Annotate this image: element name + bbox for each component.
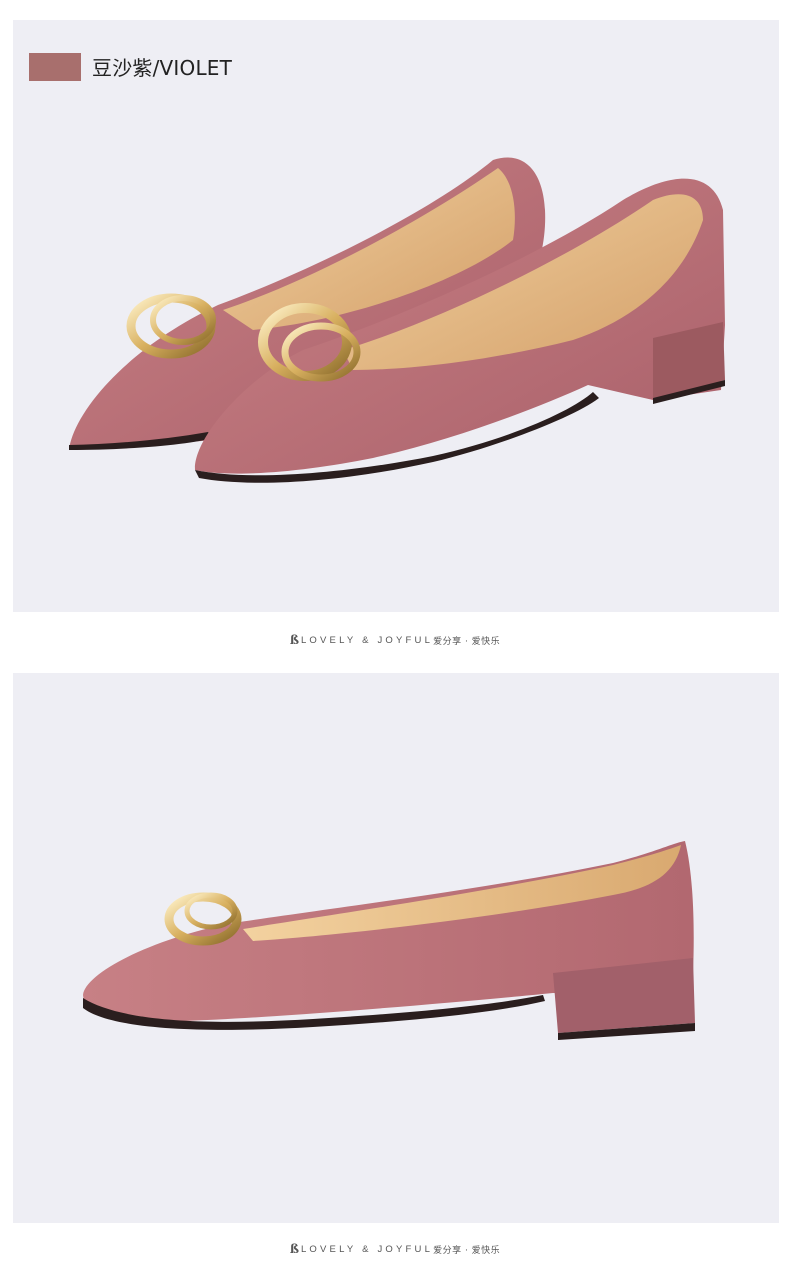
brand-tagline: ß LOVELY & JOYFUL 爱分享 · 爱快乐 xyxy=(0,633,790,647)
product-photo-panel-1: 豆沙紫/VIOLET xyxy=(13,20,779,612)
brand-logo: ß xyxy=(289,1242,299,1256)
tagline-chinese: 爱分享 · 爱快乐 xyxy=(433,1245,501,1256)
tagline-chinese: 爱分享 · 爱快乐 xyxy=(433,636,501,647)
single-shoe-image xyxy=(83,841,695,1040)
tagline-english: LOVELY & JOYFUL xyxy=(300,1243,434,1255)
brand-logo: ß xyxy=(289,633,299,647)
brand-tagline: ß LOVELY & JOYFUL 爱分享 · 爱快乐 xyxy=(0,1242,790,1256)
shoe-pair-image xyxy=(69,157,725,483)
product-photo-panel-2 xyxy=(13,673,779,1223)
tagline-english: LOVELY & JOYFUL xyxy=(300,634,434,646)
